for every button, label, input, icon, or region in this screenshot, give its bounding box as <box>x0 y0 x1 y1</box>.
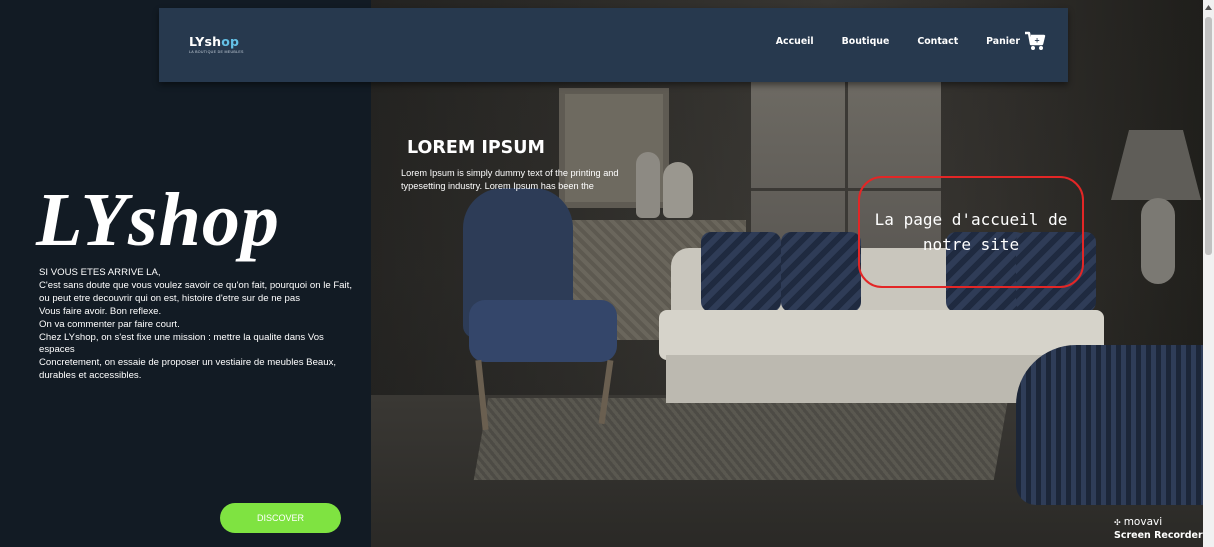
annotation-callout: La page d'accueil de notre site <box>858 176 1084 288</box>
logo-text: LYshop <box>189 34 240 49</box>
hero-title: LOREM IPSUM <box>407 138 545 158</box>
intro-line: C'est sans doute que vous voulez savoir … <box>39 279 352 304</box>
rug <box>473 398 1009 480</box>
cushion <box>701 232 781 312</box>
logo-tagline: LA BOUTIQUE DE MEUBLES <box>189 50 244 54</box>
nav-link-panier[interactable]: Panier + <box>986 30 1046 52</box>
hero-brand-title: LYshop <box>36 178 280 262</box>
intro-line: Chez LYshop, on s'est fixe une mission :… <box>39 331 324 356</box>
watermark-brand: ✣ movavi <box>1114 516 1210 529</box>
hero-image: LOREM IPSUM Lorem Ipsum is simply dummy … <box>371 0 1203 547</box>
page: LYshop SI VOUS ETES ARRIVE LA, C'est san… <box>0 0 1203 547</box>
intro-line: Concretement, on essaie de proposer un v… <box>39 357 337 382</box>
intro-line: Vous faire avoir. Bon reflexe. <box>39 305 162 317</box>
watermark-brand-text: movavi <box>1123 516 1163 528</box>
nav-link-boutique[interactable]: Boutique <box>842 36 890 47</box>
hero-text: Lorem Ipsum is simply dummy text of the … <box>401 168 619 191</box>
svg-text:+: + <box>1034 37 1040 45</box>
scrollbar-thumb[interactable] <box>1205 17 1212 255</box>
lamp-shade <box>1111 130 1201 200</box>
top-navbar: LYshop LA BOUTIQUE DE MEUBLES Accueil Bo… <box>159 8 1068 82</box>
cart-label: Panier <box>986 35 1020 47</box>
ottoman <box>1016 345 1203 505</box>
lamp-base <box>1141 198 1175 284</box>
sofa-seat <box>659 310 1104 360</box>
armchair-seat <box>469 300 617 362</box>
recorder-watermark: ✣ movavi Screen Recorder <box>1114 516 1210 547</box>
watermark-product: Screen Recorder <box>1114 530 1203 541</box>
intro-line: SI VOUS ETES ARRIVE LA, <box>39 267 161 278</box>
intro-text: SI VOUS ETES ARRIVE LA, C'est sans doute… <box>39 267 359 383</box>
intro-line: On va commenter par faire court. <box>39 318 180 330</box>
cushion <box>781 232 861 312</box>
nav-link-accueil[interactable]: Accueil <box>776 36 814 47</box>
annotation-text: La page d'accueil de notre site <box>874 210 1068 254</box>
nav-link-contact[interactable]: Contact <box>917 36 958 47</box>
vertical-scrollbar[interactable] <box>1203 0 1214 547</box>
scroll-up-arrow-icon[interactable] <box>1203 2 1214 13</box>
nav-links: Accueil Boutique Contact Panier + <box>748 26 1046 56</box>
vase <box>663 162 693 218</box>
discover-button[interactable]: DISCOVER <box>220 503 341 533</box>
site-logo[interactable]: LYshop LA BOUTIQUE DE MEUBLES <box>189 34 244 54</box>
shopping-cart-icon: + <box>1024 30 1046 52</box>
movavi-logo-icon: ✣ <box>1114 518 1121 527</box>
left-panel: LYshop SI VOUS ETES ARRIVE LA, C'est san… <box>0 0 371 547</box>
